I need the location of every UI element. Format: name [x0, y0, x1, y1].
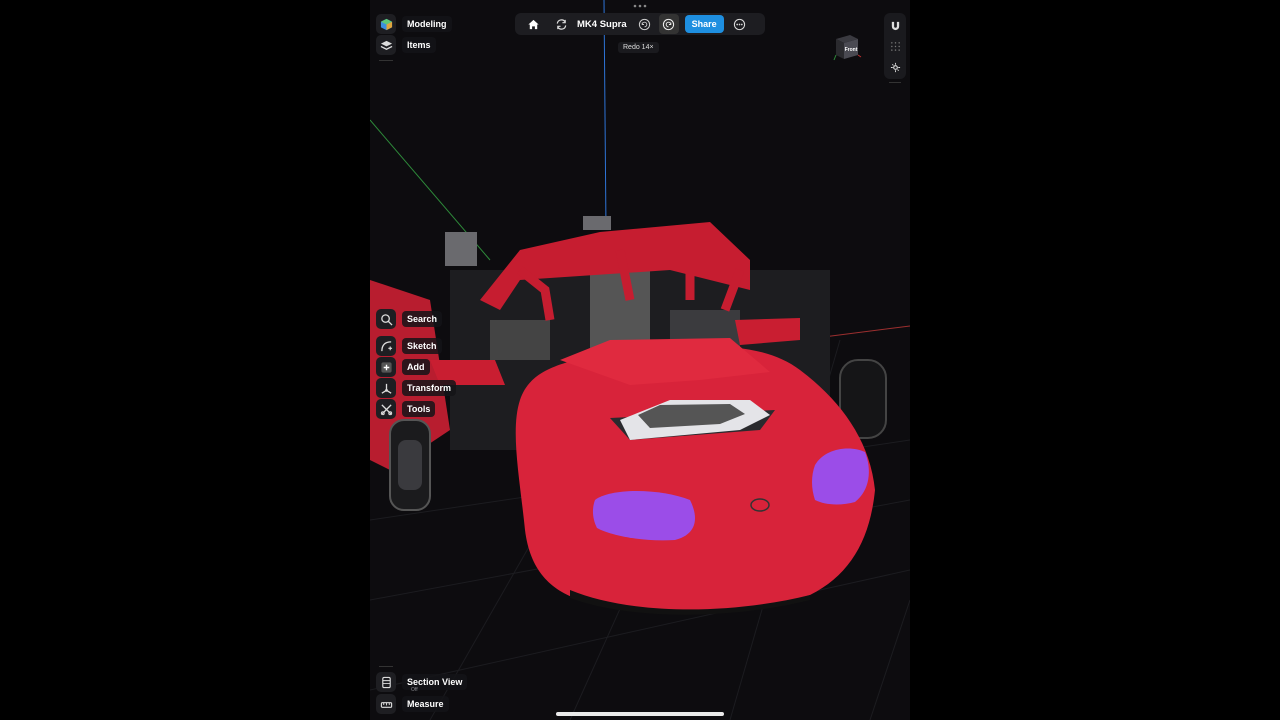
more-options-icon[interactable]	[730, 14, 750, 34]
transform-label: Transform	[402, 380, 457, 396]
measure-label: Measure	[402, 696, 449, 712]
divider	[379, 666, 393, 667]
modeling-label: Modeling	[402, 16, 452, 32]
viewport-3d[interactable]: Modeling Items Search Sketch Add Transfo…	[370, 0, 910, 720]
render-settings-icon[interactable]	[887, 59, 903, 75]
add-button[interactable]: Add	[376, 357, 430, 377]
view-cube[interactable]: Front	[832, 31, 862, 61]
redo-tooltip: Redo 14×	[618, 42, 659, 53]
section-view-icon	[376, 672, 396, 692]
add-icon	[376, 357, 396, 377]
sketch-button[interactable]: Sketch	[376, 336, 442, 356]
transform-button[interactable]: Transform	[376, 378, 457, 398]
tools-icon	[376, 399, 396, 419]
modeling-button[interactable]: Modeling	[376, 14, 452, 34]
measure-button[interactable]: Measure	[376, 694, 449, 714]
search-button[interactable]: Search	[376, 309, 443, 329]
tools-button[interactable]: Tools	[376, 399, 436, 419]
divider	[379, 60, 393, 61]
tools-label: Tools	[402, 401, 436, 417]
home-icon[interactable]	[523, 14, 543, 34]
snap-magnet-icon[interactable]	[887, 17, 903, 33]
add-label: Add	[402, 359, 430, 375]
right-toolbar	[884, 13, 906, 79]
layers-icon	[376, 35, 396, 55]
share-button[interactable]: Share	[684, 15, 724, 33]
sync-icon[interactable]	[551, 14, 571, 34]
items-button[interactable]: Items	[376, 35, 436, 55]
home-indicator	[556, 712, 724, 716]
measure-icon	[376, 694, 396, 714]
grid-icon[interactable]	[887, 38, 903, 54]
document-title[interactable]: MK4 Supra	[577, 19, 627, 30]
search-label: Search	[402, 311, 443, 327]
car-model	[370, 216, 887, 615]
sketch-label: Sketch	[402, 338, 442, 354]
redo-icon[interactable]	[658, 14, 679, 34]
modeling-cube-icon	[376, 14, 396, 34]
sketch-icon	[376, 336, 396, 356]
undo-icon[interactable]	[635, 14, 655, 34]
items-label: Items	[402, 37, 436, 53]
divider	[889, 82, 901, 83]
view-cube-face-label: Front	[845, 47, 858, 53]
section-view-button[interactable]: Section View Off	[376, 672, 468, 693]
section-view-status: Off	[411, 687, 418, 693]
model-scene[interactable]	[370, 0, 910, 720]
search-icon	[376, 309, 396, 329]
top-toolbar: MK4 Supra Share	[515, 13, 765, 35]
more-handle-icon[interactable]	[632, 3, 648, 9]
transform-icon	[376, 378, 396, 398]
